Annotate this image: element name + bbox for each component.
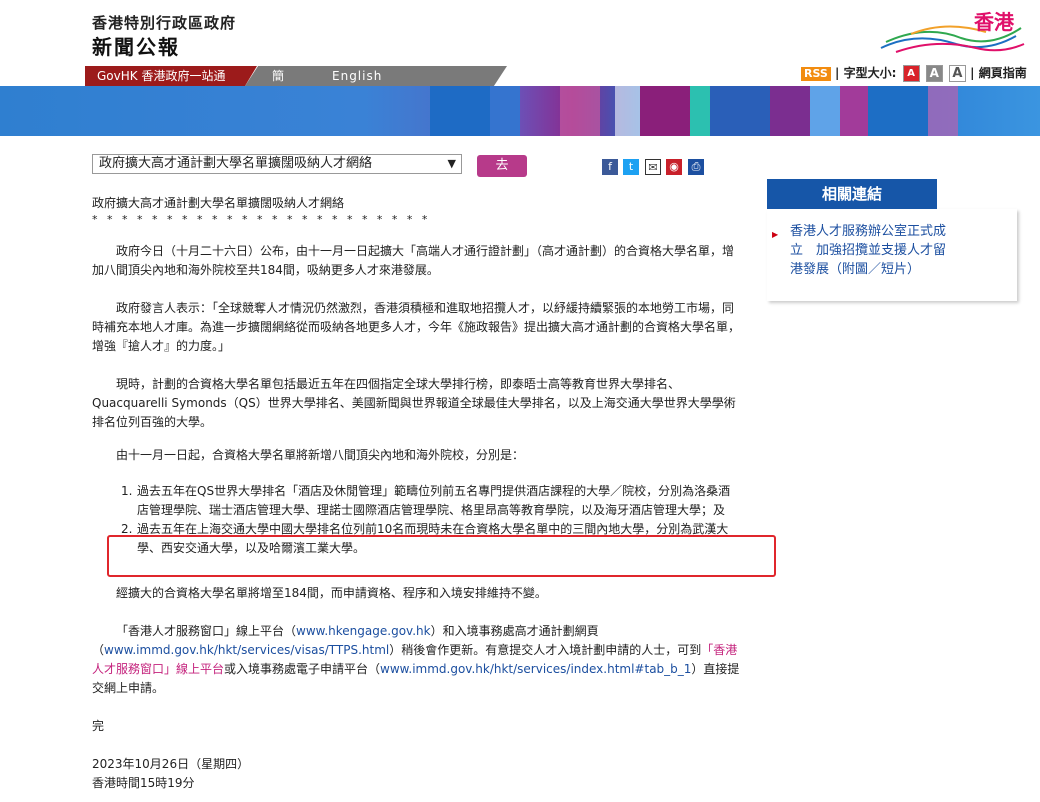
page-title: 新聞公報 xyxy=(92,35,180,59)
article-title: 政府擴大高才通計劃大學名單擴闊吸納人才網絡 xyxy=(92,196,345,210)
paragraph-2: 政府發言人表示：「全球競奪人才情況仍然激烈，香港須積極和進取地招攬人才，以紓緩持… xyxy=(92,301,741,353)
email-icon[interactable]: ✉ xyxy=(645,159,661,175)
gov-name: 香港特別行政區政府 xyxy=(92,14,237,32)
chevron-down-icon: ▼ xyxy=(447,157,456,170)
font-size-label: 字型大小: xyxy=(843,66,897,80)
logo-text: 香港 xyxy=(974,10,1014,34)
font-large-button[interactable]: A xyxy=(948,65,966,82)
ttps-link[interactable]: www.immd.gov.hk/hkt/services/visas/TTPS.… xyxy=(104,643,389,657)
highlight-box xyxy=(107,535,776,577)
related-links-title: 相關連結 xyxy=(767,179,937,209)
separator: | xyxy=(970,66,979,80)
twitter-icon[interactable]: t xyxy=(623,159,639,175)
hkengage-link[interactable]: www.hkengage.gov.hk xyxy=(296,624,431,638)
english-link[interactable]: English xyxy=(332,66,382,86)
separator: | xyxy=(835,66,844,80)
facebook-icon[interactable]: f xyxy=(602,159,618,175)
paragraph-5: 經擴大的合資格大學名單將增至184間，而申請資格、程序和入境安排維持不變。 xyxy=(116,586,547,600)
end-mark: 完 xyxy=(92,719,105,733)
paragraph-1: 政府今日（十月二十六日）公布，由十一月一日起擴大「高端人才通行證計劃」（高才通計… xyxy=(92,244,735,277)
article-selector[interactable]: 政府擴大高才通計劃大學名單擴闊吸納人才網絡 ▼ xyxy=(92,154,462,174)
govhk-link[interactable]: GovHK 香港政府一站通 xyxy=(85,66,257,86)
font-small-button[interactable]: A xyxy=(902,65,920,82)
paragraph-4: 由十一月一日起，合資格大學名單將新增八間頂尖內地和海外院校，分別是： xyxy=(116,448,525,462)
list-item: 1. 過去五年在QS世界大學排名「酒店及休閒管理」範疇位列前五名專門提供酒店課程… xyxy=(121,484,731,517)
rss-icon[interactable]: RSS xyxy=(801,66,831,81)
go-button[interactable]: 去 xyxy=(477,155,527,177)
sitemap-link[interactable]: 網頁指南 xyxy=(979,66,1027,80)
paragraph-3: 現時，計劃的合資格大學名單包括最近五年在四個指定全球大學排行榜，即泰晤士高等教育… xyxy=(92,377,736,429)
release-date: 2023年10月26日（星期四） xyxy=(92,757,250,771)
divider-stars: * * * * * * * * * * * * * * * * * * * * … xyxy=(92,213,431,226)
selected-article: 政府擴大高才通計劃大學名單擴闊吸納人才網絡 xyxy=(99,156,373,171)
bullet-arrow-icon: ▶ xyxy=(772,230,779,239)
article-body: 政府擴大高才通計劃大學名單擴闊吸納人才網絡 * * * * * * * * * … xyxy=(92,194,742,793)
decorative-banner xyxy=(0,86,1040,136)
release-time: 香港時間15時19分 xyxy=(92,776,195,790)
immd-eservices-link[interactable]: www.immd.gov.hk/hkt/services/index.html#… xyxy=(380,662,691,676)
print-icon[interactable]: ⎙ xyxy=(688,159,704,175)
related-link[interactable]: 香港人才服務辦公室正式成立 加強招攬並支援人才留港發展（附圖／短片） xyxy=(790,222,950,279)
font-medium-button[interactable]: A xyxy=(925,65,943,82)
weibo-icon[interactable]: ◉ xyxy=(666,159,682,175)
toolbar: RSS | 字型大小: A A A | 網頁指南 xyxy=(801,64,1027,82)
paragraph-6: 「香港人才服務窗口」線上平台（www.hkengage.gov.hk）和入境事務… xyxy=(92,624,740,695)
